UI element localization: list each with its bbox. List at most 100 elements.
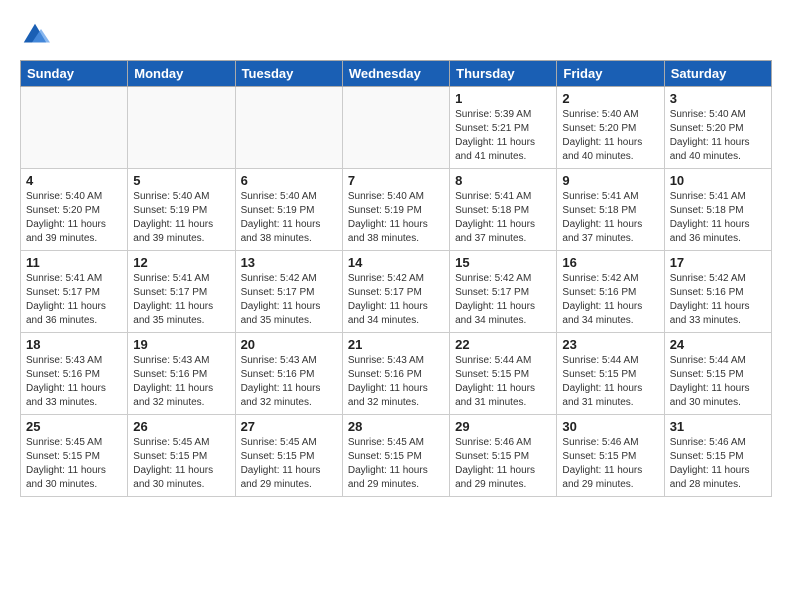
calendar-cell: 11 Sunrise: 5:41 AM Sunset: 5:17 PM Dayli… xyxy=(21,251,128,333)
day-info: Sunrise: 5:42 AM Sunset: 5:17 PM Dayligh… xyxy=(241,272,337,328)
day-number: 13 xyxy=(241,255,337,270)
calendar-cell: 25 Sunrise: 5:45 AM Sunset: 5:15 PM Dayli… xyxy=(21,415,128,497)
day-info: Sunrise: 5:41 AM Sunset: 5:17 PM Dayligh… xyxy=(26,272,122,328)
day-info: Sunrise: 5:41 AM Sunset: 5:18 PM Dayligh… xyxy=(670,190,766,246)
day-number: 4 xyxy=(26,173,122,188)
calendar-cell: 16 Sunrise: 5:42 AM Sunset: 5:16 PM Dayli… xyxy=(557,251,664,333)
calendar-week-row: 25 Sunrise: 5:45 AM Sunset: 5:15 PM Dayli… xyxy=(21,415,772,497)
day-info: Sunrise: 5:46 AM Sunset: 5:15 PM Dayligh… xyxy=(455,436,551,492)
calendar-cell: 24Sunrise: 5:44 AM Sunset: 5:15 PM Dayli… xyxy=(664,333,771,415)
calendar-week-row: 11 Sunrise: 5:41 AM Sunset: 5:17 PM Dayli… xyxy=(21,251,772,333)
day-number: 3 xyxy=(670,91,766,106)
day-number: 9 xyxy=(562,173,658,188)
day-number: 12 xyxy=(133,255,229,270)
calendar-cell: 8 Sunrise: 5:41 AM Sunset: 5:18 PM Daylig… xyxy=(450,169,557,251)
day-number: 10 xyxy=(670,173,766,188)
logo xyxy=(20,20,52,50)
calendar-day-header: Monday xyxy=(128,61,235,87)
calendar-cell: 15Sunrise: 5:42 AM Sunset: 5:17 PM Dayli… xyxy=(450,251,557,333)
calendar-cell: 30 Sunrise: 5:46 AM Sunset: 5:15 PM Dayli… xyxy=(557,415,664,497)
calendar-cell: 29 Sunrise: 5:46 AM Sunset: 5:15 PM Dayli… xyxy=(450,415,557,497)
day-number: 11 xyxy=(26,255,122,270)
calendar-cell xyxy=(21,87,128,169)
day-number: 1 xyxy=(455,91,551,106)
day-info: Sunrise: 5:45 AM Sunset: 5:15 PM Dayligh… xyxy=(133,436,229,492)
day-number: 21 xyxy=(348,337,444,352)
calendar-cell: 22 Sunrise: 5:44 AM Sunset: 5:15 PM Dayli… xyxy=(450,333,557,415)
calendar-cell xyxy=(235,87,342,169)
day-info: Sunrise: 5:41 AM Sunset: 5:17 PM Dayligh… xyxy=(133,272,229,328)
day-number: 5 xyxy=(133,173,229,188)
calendar-cell xyxy=(128,87,235,169)
day-info: Sunrise: 5:39 AM Sunset: 5:21 PM Dayligh… xyxy=(455,108,551,164)
calendar-cell: 4 Sunrise: 5:40 AM Sunset: 5:20 PM Daylig… xyxy=(21,169,128,251)
day-number: 17 xyxy=(670,255,766,270)
calendar-day-header: Saturday xyxy=(664,61,771,87)
day-number: 7 xyxy=(348,173,444,188)
day-info: Sunrise: 5:40 AM Sunset: 5:20 PM Dayligh… xyxy=(670,108,766,164)
logo-icon xyxy=(20,20,50,50)
day-info: Sunrise: 5:44 AM Sunset: 5:15 PM Dayligh… xyxy=(670,354,766,410)
day-number: 8 xyxy=(455,173,551,188)
day-number: 22 xyxy=(455,337,551,352)
calendar-cell: 27 Sunrise: 5:45 AM Sunset: 5:15 PM Dayli… xyxy=(235,415,342,497)
calendar-day-header: Tuesday xyxy=(235,61,342,87)
calendar-cell xyxy=(342,87,449,169)
day-info: Sunrise: 5:43 AM Sunset: 5:16 PM Dayligh… xyxy=(26,354,122,410)
day-number: 26 xyxy=(133,419,229,434)
day-info: Sunrise: 5:43 AM Sunset: 5:16 PM Dayligh… xyxy=(348,354,444,410)
day-number: 6 xyxy=(241,173,337,188)
calendar-cell: 31 Sunrise: 5:46 AM Sunset: 5:15 PM Dayli… xyxy=(664,415,771,497)
day-number: 16 xyxy=(562,255,658,270)
day-number: 29 xyxy=(455,419,551,434)
day-number: 28 xyxy=(348,419,444,434)
day-info: Sunrise: 5:42 AM Sunset: 5:16 PM Dayligh… xyxy=(562,272,658,328)
day-info: Sunrise: 5:44 AM Sunset: 5:15 PM Dayligh… xyxy=(455,354,551,410)
day-info: Sunrise: 5:40 AM Sunset: 5:20 PM Dayligh… xyxy=(26,190,122,246)
calendar-cell: 17 Sunrise: 5:42 AM Sunset: 5:16 PM Dayli… xyxy=(664,251,771,333)
day-number: 18 xyxy=(26,337,122,352)
calendar-cell: 13 Sunrise: 5:42 AM Sunset: 5:17 PM Dayli… xyxy=(235,251,342,333)
calendar-cell: 2Sunrise: 5:40 AM Sunset: 5:20 PM Daylig… xyxy=(557,87,664,169)
calendar-cell: 12 Sunrise: 5:41 AM Sunset: 5:17 PM Dayli… xyxy=(128,251,235,333)
calendar-header-row: SundayMondayTuesdayWednesdayThursdayFrid… xyxy=(21,61,772,87)
calendar-day-header: Wednesday xyxy=(342,61,449,87)
day-info: Sunrise: 5:41 AM Sunset: 5:18 PM Dayligh… xyxy=(562,190,658,246)
day-number: 30 xyxy=(562,419,658,434)
calendar-cell: 6 Sunrise: 5:40 AM Sunset: 5:19 PM Daylig… xyxy=(235,169,342,251)
day-number: 15 xyxy=(455,255,551,270)
day-info: Sunrise: 5:42 AM Sunset: 5:16 PM Dayligh… xyxy=(670,272,766,328)
calendar-week-row: 1 Sunrise: 5:39 AM Sunset: 5:21 PM Daylig… xyxy=(21,87,772,169)
calendar-day-header: Thursday xyxy=(450,61,557,87)
day-info: Sunrise: 5:40 AM Sunset: 5:19 PM Dayligh… xyxy=(133,190,229,246)
calendar: SundayMondayTuesdayWednesdayThursdayFrid… xyxy=(20,60,772,497)
day-number: 14 xyxy=(348,255,444,270)
calendar-day-header: Friday xyxy=(557,61,664,87)
day-info: Sunrise: 5:46 AM Sunset: 5:15 PM Dayligh… xyxy=(562,436,658,492)
day-info: Sunrise: 5:40 AM Sunset: 5:19 PM Dayligh… xyxy=(241,190,337,246)
day-number: 31 xyxy=(670,419,766,434)
calendar-cell: 28 Sunrise: 5:45 AM Sunset: 5:15 PM Dayli… xyxy=(342,415,449,497)
day-info: Sunrise: 5:45 AM Sunset: 5:15 PM Dayligh… xyxy=(348,436,444,492)
day-info: Sunrise: 5:45 AM Sunset: 5:15 PM Dayligh… xyxy=(241,436,337,492)
calendar-cell: 20 Sunrise: 5:43 AM Sunset: 5:16 PM Dayli… xyxy=(235,333,342,415)
calendar-cell: 5 Sunrise: 5:40 AM Sunset: 5:19 PM Daylig… xyxy=(128,169,235,251)
day-info: Sunrise: 5:46 AM Sunset: 5:15 PM Dayligh… xyxy=(670,436,766,492)
day-info: Sunrise: 5:41 AM Sunset: 5:18 PM Dayligh… xyxy=(455,190,551,246)
day-info: Sunrise: 5:42 AM Sunset: 5:17 PM Dayligh… xyxy=(348,272,444,328)
day-info: Sunrise: 5:44 AM Sunset: 5:15 PM Dayligh… xyxy=(562,354,658,410)
day-number: 23 xyxy=(562,337,658,352)
day-info: Sunrise: 5:40 AM Sunset: 5:19 PM Dayligh… xyxy=(348,190,444,246)
calendar-cell: 10 Sunrise: 5:41 AM Sunset: 5:18 PM Dayli… xyxy=(664,169,771,251)
day-number: 20 xyxy=(241,337,337,352)
day-info: Sunrise: 5:45 AM Sunset: 5:15 PM Dayligh… xyxy=(26,436,122,492)
calendar-cell: 14 Sunrise: 5:42 AM Sunset: 5:17 PM Dayli… xyxy=(342,251,449,333)
calendar-cell: 3 Sunrise: 5:40 AM Sunset: 5:20 PM Daylig… xyxy=(664,87,771,169)
calendar-cell: 7 Sunrise: 5:40 AM Sunset: 5:19 PM Daylig… xyxy=(342,169,449,251)
day-number: 27 xyxy=(241,419,337,434)
day-info: Sunrise: 5:43 AM Sunset: 5:16 PM Dayligh… xyxy=(241,354,337,410)
day-number: 25 xyxy=(26,419,122,434)
calendar-cell: 26 Sunrise: 5:45 AM Sunset: 5:15 PM Dayli… xyxy=(128,415,235,497)
calendar-week-row: 18 Sunrise: 5:43 AM Sunset: 5:16 PM Dayli… xyxy=(21,333,772,415)
calendar-cell: 9 Sunrise: 5:41 AM Sunset: 5:18 PM Daylig… xyxy=(557,169,664,251)
